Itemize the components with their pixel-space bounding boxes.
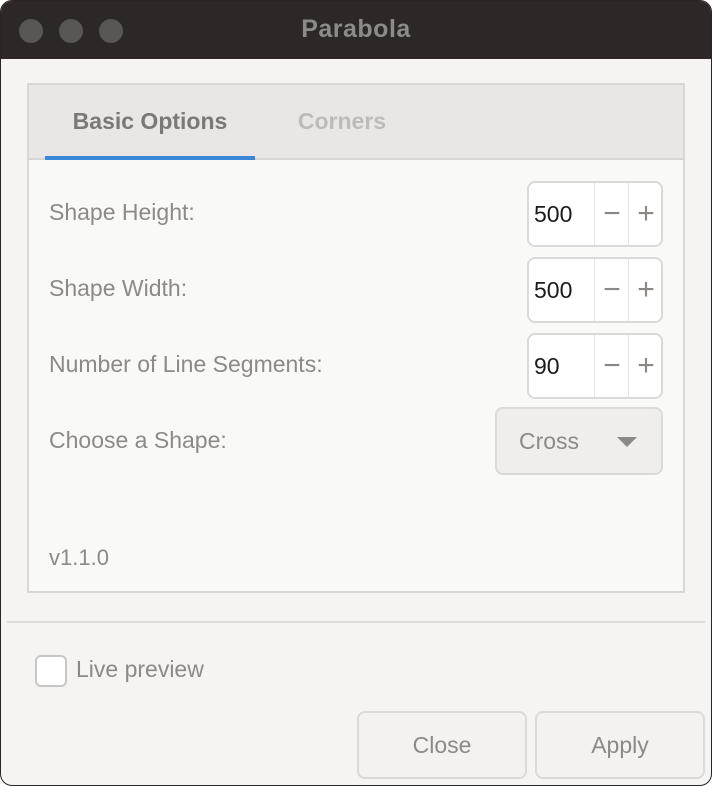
apply-button[interactable]: Apply [535, 711, 705, 779]
tab-bar: Basic Options Corners [29, 85, 683, 160]
active-tab-indicator [45, 156, 255, 160]
shape-width-label: Shape Width: [49, 275, 188, 301]
shape-height-label: Shape Height: [49, 199, 195, 225]
line-segments-label: Number of Line Segments: [49, 351, 323, 377]
shape-dropdown[interactable]: Cross [495, 407, 663, 475]
shape-height-input[interactable]: 500 [534, 183, 572, 245]
shape-width-stepper: 500 − + [527, 257, 663, 323]
chevron-down-icon [617, 437, 637, 447]
version-label: v1.1.0 [49, 545, 109, 570]
tab-corners-label: Corners [297, 108, 387, 134]
close-button[interactable]: Close [357, 711, 527, 779]
shape-height-stepper: 500 − + [527, 181, 663, 247]
tab-corners[interactable]: Corners [277, 85, 407, 158]
shape-width-input[interactable]: 500 [534, 259, 572, 321]
choose-shape-label: Choose a Shape: [49, 427, 227, 453]
shape-dropdown-value: Cross [519, 428, 580, 454]
live-preview-label[interactable]: Live preview [76, 656, 204, 683]
tab-basic-options-label: Basic Options [72, 108, 228, 134]
shape-width-decrement-button[interactable]: − [595, 259, 629, 321]
footer-divider [7, 621, 705, 623]
title-bar: Parabola [1, 1, 711, 59]
dialog-window: Parabola Basic Options Corners Shape Hei… [0, 0, 712, 786]
line-segments-input[interactable]: 90 [534, 335, 560, 397]
line-segments-stepper: 90 − + [527, 333, 663, 399]
live-preview-checkbox[interactable] [35, 655, 67, 687]
tab-basic-options[interactable]: Basic Options [45, 85, 255, 160]
line-segments-increment-button[interactable]: + [629, 335, 663, 397]
shape-height-increment-button[interactable]: + [629, 183, 663, 245]
options-panel: Basic Options Corners Shape Height: 500 … [27, 83, 685, 593]
window-title: Parabola [301, 15, 411, 43]
line-segments-decrement-button[interactable]: − [595, 335, 629, 397]
shape-height-decrement-button[interactable]: − [595, 183, 629, 245]
shape-width-increment-button[interactable]: + [629, 259, 663, 321]
